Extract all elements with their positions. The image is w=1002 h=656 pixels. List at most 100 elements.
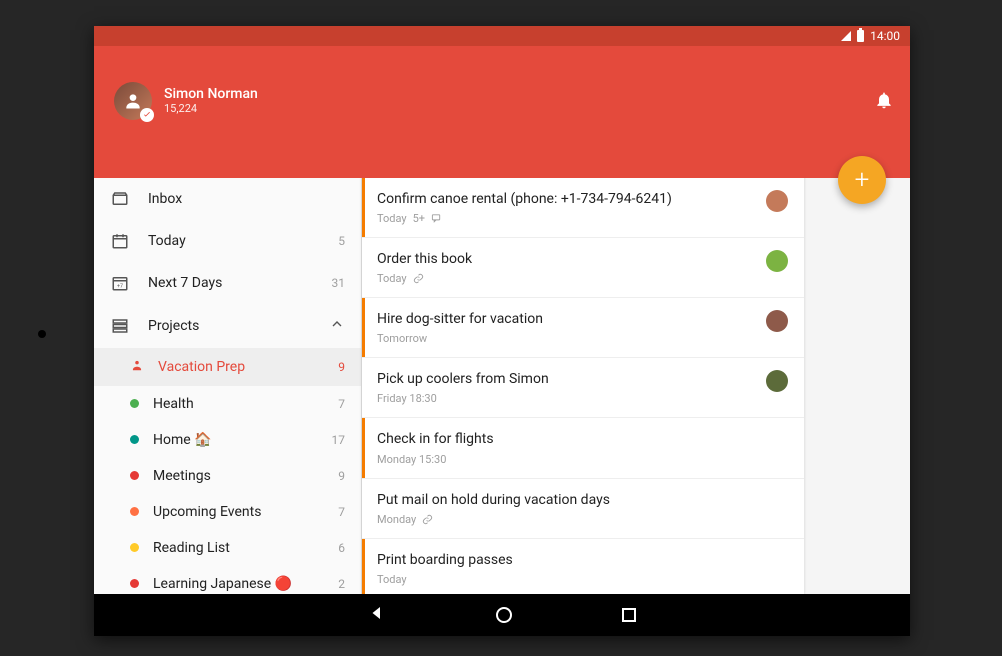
- link-icon: [422, 514, 433, 525]
- sidebar: Inbox Today 5+7 Next 7 Days 31 Projects …: [94, 178, 362, 594]
- avatar: [114, 82, 152, 120]
- task-meta: Monday: [377, 513, 788, 526]
- task-list[interactable]: Confirm canoe rental (phone: +1-734-794-…: [362, 178, 804, 594]
- project-count: 9: [338, 360, 345, 374]
- calendar-today-icon: [110, 232, 130, 250]
- projects-label: Projects: [148, 318, 311, 334]
- task-row[interactable]: Pick up coolers from Simon Friday 18:30: [362, 358, 804, 418]
- task-row[interactable]: Check in for flights Monday 15:30: [362, 418, 804, 478]
- project-dot: [130, 399, 139, 408]
- task-title: Order this book: [377, 250, 766, 268]
- task-row[interactable]: Put mail on hold during vacation days Mo…: [362, 479, 804, 539]
- project-item-meetings[interactable]: Meetings 9: [94, 458, 361, 494]
- project-item-home-[interactable]: Home 🏠 17: [94, 422, 361, 458]
- sidebar-item-inbox[interactable]: Inbox: [94, 178, 361, 220]
- sidebar-item-today[interactable]: Today 5: [94, 220, 361, 262]
- task-meta: Friday 18:30: [377, 392, 766, 405]
- assignee-avatar: [766, 310, 788, 332]
- calendar-week-icon: +7: [110, 274, 130, 292]
- sidebar-item-next-7-days[interactable]: +7 Next 7 Days 31: [94, 262, 361, 304]
- priority-bar: [362, 178, 365, 237]
- task-date: Today: [377, 573, 407, 586]
- app-header: Simon Norman 15,224 +: [94, 46, 910, 178]
- project-label: Health: [153, 396, 324, 412]
- profile-block[interactable]: Simon Norman 15,224: [114, 82, 258, 120]
- task-date: Friday 18:30: [377, 392, 437, 405]
- nav-recent-icon[interactable]: [622, 608, 636, 622]
- task-meta: Tomorrow: [377, 332, 766, 345]
- project-item-upcoming-events[interactable]: Upcoming Events 7: [94, 494, 361, 530]
- project-count: 9: [338, 469, 345, 483]
- task-meta: Monday 15:30: [377, 453, 788, 466]
- task-date: Today: [377, 272, 407, 285]
- chevron-up-icon: [329, 316, 345, 336]
- app-body: Inbox Today 5+7 Next 7 Days 31 Projects …: [94, 178, 910, 594]
- project-label: Vacation Prep: [158, 359, 324, 375]
- task-title: Pick up coolers from Simon: [377, 370, 766, 388]
- priority-bar: [362, 238, 365, 297]
- task-row[interactable]: Order this book Today: [362, 238, 804, 298]
- project-label: Reading List: [153, 540, 324, 556]
- project-dot: [130, 543, 139, 552]
- user-name: Simon Norman: [164, 86, 258, 102]
- task-meta: Today: [377, 272, 766, 285]
- inbox-icon: [110, 190, 130, 208]
- task-row[interactable]: Hire dog-sitter for vacation Tomorrow: [362, 298, 804, 358]
- notifications-icon[interactable]: [874, 90, 894, 114]
- project-count: 7: [338, 505, 345, 519]
- panel-wrap: Vacation Prep Confirm canoe rental (phon…: [362, 178, 910, 594]
- task-title: Print boarding passes: [377, 551, 788, 569]
- priority-bar: [362, 298, 365, 357]
- task-date: Monday 15:30: [377, 453, 446, 466]
- project-count: 7: [338, 397, 345, 411]
- nav-back-icon[interactable]: [368, 604, 386, 626]
- svg-text:+7: +7: [117, 283, 123, 289]
- user-score: 15,224: [164, 102, 258, 115]
- priority-bar: [362, 539, 365, 594]
- priority-bar: [362, 418, 365, 477]
- android-navbar: [94, 594, 910, 636]
- task-row[interactable]: Print boarding passes Today: [362, 539, 804, 594]
- sidebar-projects-header[interactable]: Projects: [94, 304, 361, 348]
- assignee-avatar: [766, 190, 788, 212]
- project-label: Upcoming Events: [153, 504, 324, 520]
- device-frame: 14:00 Simon Norman 15,224 + Inbox: [94, 26, 910, 636]
- status-bar: 14:00: [94, 26, 910, 46]
- project-item-health[interactable]: Health 7: [94, 386, 361, 422]
- plus-icon: +: [855, 165, 870, 195]
- task-title: Hire dog-sitter for vacation: [377, 310, 766, 328]
- assignee-avatar: [766, 370, 788, 392]
- task-row[interactable]: Confirm canoe rental (phone: +1-734-794-…: [362, 178, 804, 238]
- project-item-reading-list[interactable]: Reading List 6: [94, 530, 361, 566]
- sidebar-item-label: Inbox: [148, 191, 309, 207]
- battery-icon: [857, 30, 864, 42]
- task-panel: Vacation Prep Confirm canoe rental (phon…: [362, 178, 804, 594]
- task-title: Put mail on hold during vacation days: [377, 491, 788, 509]
- project-dot: [130, 507, 139, 516]
- task-extra: 5+: [413, 212, 425, 225]
- task-title: Confirm canoe rental (phone: +1-734-794-…: [377, 190, 766, 208]
- projects-icon: [110, 317, 130, 335]
- project-item-vacation-prep[interactable]: Vacation Prep 9: [94, 348, 361, 386]
- task-date: Today: [377, 212, 407, 225]
- project-dot: [130, 435, 139, 444]
- sidebar-item-label: Next 7 Days: [148, 275, 309, 291]
- project-dot: [130, 471, 139, 480]
- project-dot: [130, 579, 139, 588]
- nav-home-icon[interactable]: [496, 607, 512, 623]
- task-title: Check in for flights: [377, 430, 788, 448]
- project-item-learning-japanese-[interactable]: Learning Japanese 🔴 2: [94, 566, 361, 594]
- add-task-fab[interactable]: +: [838, 156, 886, 204]
- task-date: Monday: [377, 513, 416, 526]
- outer-dot: [38, 330, 46, 338]
- link-icon: [413, 273, 424, 284]
- project-count: 17: [332, 433, 346, 447]
- task-meta: Today: [377, 573, 788, 586]
- signal-icon: [841, 31, 851, 41]
- app-badge-icon: [140, 108, 154, 122]
- status-time: 14:00: [870, 29, 900, 43]
- task-meta: Today 5+: [377, 212, 766, 225]
- project-count: 2: [338, 577, 345, 591]
- sidebar-item-count: 31: [327, 276, 345, 290]
- project-count: 6: [338, 541, 345, 555]
